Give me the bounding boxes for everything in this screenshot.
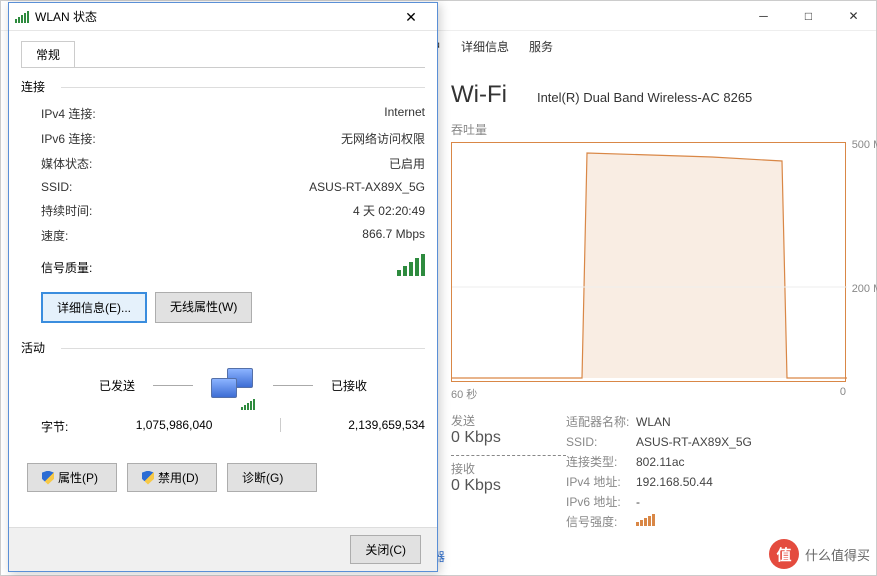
- throughput-chart: 500 Mbps 200 Mbps: [451, 142, 846, 382]
- divider: [280, 418, 281, 432]
- dash-icon: [273, 385, 313, 386]
- shield-icon: [142, 471, 154, 485]
- dialog-footer: 关闭(C): [9, 527, 437, 571]
- media-label: 媒体状态:: [41, 155, 92, 172]
- ipv6-value: 无网络访问权限: [341, 130, 425, 147]
- throughput-label: 吞吐量: [451, 121, 856, 138]
- diagnose-button-label: 诊断(G): [242, 469, 283, 486]
- info-ssid-label: SSID:: [566, 432, 636, 452]
- chart-x-left: 60 秒: [451, 386, 477, 402]
- info-ssid-value: ASUS-RT-AX89X_5G: [636, 432, 752, 452]
- info-ipv6-value: -: [636, 492, 640, 512]
- signal-icon: [15, 11, 29, 23]
- wifi-panel: Wi-Fi Intel(R) Dual Band Wireless-AC 826…: [451, 81, 856, 532]
- shield-icon: [42, 471, 54, 485]
- bytes-sent-value: 1,075,986,040: [136, 418, 213, 435]
- computers-icon: [211, 368, 255, 402]
- ssid-value: ASUS-RT-AX89X_5G: [309, 180, 425, 194]
- watermark-text: 什么值得买: [805, 545, 870, 564]
- speed-label: 速度:: [41, 227, 68, 244]
- ipv4-label: IPv4 连接:: [41, 105, 96, 122]
- section-activity: 活动: [21, 339, 425, 356]
- info-ipv4-value: 192.168.50.44: [636, 472, 713, 492]
- dialog-titlebar[interactable]: WLAN 状态 ✕: [9, 3, 437, 31]
- speed-value: 866.7 Mbps: [362, 227, 425, 244]
- wlan-status-dialog: WLAN 状态 ✕ 常规 连接 IPv4 连接: Internet IPv6 连接…: [8, 2, 438, 572]
- send-recv-stats: 发送 0 Kbps 接收 0 Kbps: [451, 412, 566, 532]
- signal-quality-bars-icon: [397, 254, 425, 276]
- send-label: 发送: [451, 412, 566, 429]
- recv-label: 接收: [451, 460, 566, 477]
- chart-x-right: 0: [840, 386, 846, 402]
- dialog-title: WLAN 状态: [35, 8, 391, 25]
- close-button[interactable]: ✕: [831, 1, 876, 31]
- watermark-badge-icon: 值: [769, 539, 799, 569]
- tab-details[interactable]: 详细信息: [453, 34, 517, 59]
- recv-value: 0 Kbps: [451, 477, 566, 495]
- chart-y-200: 200 Mbps: [852, 283, 877, 295]
- activity-visual: 已发送 已接收: [41, 368, 425, 402]
- info-adapter-label: 适配器名称:: [566, 412, 636, 432]
- disable-button[interactable]: 禁用(D): [127, 463, 217, 492]
- properties-button[interactable]: 属性(P): [27, 463, 117, 492]
- dash-icon: [153, 385, 193, 386]
- dialog-close-button[interactable]: ✕: [391, 3, 431, 31]
- details-button[interactable]: 详细信息(E)...: [41, 292, 147, 323]
- tab-general[interactable]: 常规: [21, 41, 75, 67]
- ipv4-value: Internet: [384, 105, 425, 122]
- bytes-label: 字节:: [41, 418, 68, 435]
- tab-services[interactable]: 服务: [521, 34, 561, 59]
- ipv6-label: IPv6 连接:: [41, 130, 96, 147]
- minimize-button[interactable]: ─: [741, 1, 786, 31]
- bytes-recv-value: 2,139,659,534: [348, 418, 425, 435]
- dialog-tabs: 常规: [21, 41, 425, 68]
- duration-label: 持续时间:: [41, 202, 92, 219]
- info-ipv4-label: IPv4 地址:: [566, 472, 636, 492]
- info-adapter-value: WLAN: [636, 412, 671, 432]
- watermark: 值 什么值得买: [769, 539, 870, 569]
- info-ipv6-label: IPv6 地址:: [566, 492, 636, 512]
- diagnose-button[interactable]: 诊断(G): [227, 463, 317, 492]
- signal-bars-icon: [636, 512, 655, 532]
- info-conntype-value: 802.11ac: [636, 452, 685, 472]
- info-conntype-label: 连接类型:: [566, 452, 636, 472]
- media-value: 已启用: [389, 155, 425, 172]
- info-signal-label: 信号强度:: [566, 512, 636, 532]
- recv-label: 已接收: [331, 377, 367, 394]
- wireless-properties-button[interactable]: 无线属性(W): [155, 292, 252, 323]
- chart-y-500: 500 Mbps: [852, 139, 877, 151]
- adapter-description: Intel(R) Dual Band Wireless-AC 8265: [537, 90, 752, 105]
- signal-quality-label: 信号质量:: [41, 259, 92, 276]
- adapter-info-table: 适配器名称:WLAN SSID:ASUS-RT-AX89X_5G 连接类型:80…: [566, 412, 752, 532]
- disable-button-label: 禁用(D): [158, 469, 199, 486]
- maximize-button[interactable]: □: [786, 1, 831, 31]
- ssid-label: SSID:: [41, 180, 72, 194]
- properties-button-label: 属性(P): [58, 469, 98, 486]
- duration-value: 4 天 02:20:49: [353, 202, 425, 219]
- wifi-title: Wi-Fi: [451, 81, 507, 109]
- close-dialog-button[interactable]: 关闭(C): [350, 535, 421, 564]
- sent-label: 已发送: [99, 377, 135, 394]
- send-value: 0 Kbps: [451, 429, 566, 447]
- section-connection: 连接: [21, 78, 425, 95]
- chart-area: [452, 153, 847, 378]
